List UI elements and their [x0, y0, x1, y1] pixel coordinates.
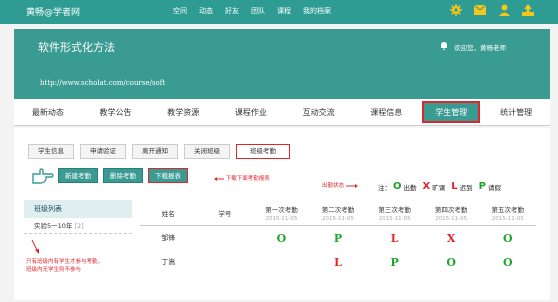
sidebar-annotation: 只有班级内有学生才参与考勤， 班级内无学生则不参与 [26, 259, 104, 273]
attendance-mark[interactable]: P [366, 256, 423, 269]
pointing-hand-icon [32, 168, 54, 186]
tab-student-management[interactable]: 学生管理 [422, 101, 481, 123]
course-header: 软件形式化方法 http://www.scholat.com/course/so… [14, 29, 550, 99]
attendance-mark[interactable]: X [423, 232, 480, 245]
legend-present-symbol: O [393, 181, 402, 192]
tab-announcements[interactable]: 教学公告 [82, 99, 150, 125]
attendance-mark[interactable]: O [423, 256, 480, 269]
tab-homework[interactable]: 课程作业 [217, 99, 285, 125]
student-name: 邹锋 [161, 234, 176, 242]
topnav-friends[interactable]: 好友 [225, 6, 239, 16]
tab-course-info[interactable]: 课程信息 [352, 99, 420, 125]
subtab-close-class[interactable]: 关闭班级 [184, 144, 230, 159]
header-session-2: 第二次考勤 2015-11-05 [321, 205, 355, 222]
header-session-3: 第三次考勤 2015-11-05 [378, 205, 411, 222]
header-session-1: 第一次考勤 2015-11-05 [265, 205, 298, 222]
action-buttons: 新建考勤 删除考勤 下载报表 [58, 168, 188, 183]
legend-late-label: 迟到 [459, 183, 473, 192]
top-icons [450, 4, 534, 16]
gear-icon[interactable] [450, 4, 462, 16]
subtab-student-info[interactable]: 学生信息 [28, 144, 74, 159]
content-panel: 学生信息 申请验证 离开通知 关闭班级 班级考勤 新建考勤 删除考勤 下载报表 … [14, 128, 550, 300]
main-nav: 最新动态 教学公告 教学资源 课程作业 互动交流 课程信息 学生管理 统计管理 [14, 99, 550, 126]
delete-attendance-button[interactable]: 删除考勤 [103, 168, 143, 183]
legend-absent-symbol: X [422, 181, 431, 192]
legend-prefix: 注： [378, 183, 391, 192]
brand-logo[interactable]: 黄畅@学者网 [26, 5, 80, 18]
download-report-button[interactable]: 下载报表 [148, 168, 188, 183]
new-attendance-button[interactable]: 新建考勤 [58, 168, 98, 183]
attendance-mark[interactable]: O [479, 232, 536, 245]
topnav-activity[interactable]: 动态 [199, 6, 213, 16]
sidebar-annotation-arrow [30, 239, 40, 256]
header-name: 姓名 [161, 209, 175, 218]
tab-statistics[interactable]: 统计管理 [482, 99, 550, 125]
student-name: 丁嵩 [161, 258, 176, 266]
header-session-4: 第四次考勤 2015-11-05 [434, 205, 468, 222]
mail-icon[interactable] [474, 4, 486, 16]
topnav-course[interactable]: 课程 [277, 6, 291, 16]
class-list-title: 班级列表 [24, 200, 132, 218]
class-list: 班级列表 实验5一10年 [2] 只有班级内有学生才参与考勤， 班级内无学生则不… [24, 200, 132, 296]
class-count: [2] [74, 222, 84, 230]
attendance-mark[interactable]: P [310, 232, 367, 245]
topnav-team[interactable]: 团队 [251, 6, 265, 16]
attendance-mark[interactable]: L [366, 232, 423, 245]
top-nav: 空间 动态 好友 团队 课程 我的档案 [173, 6, 331, 16]
attendance-table: 姓名 学号 第一次考勤 2015-11-05 第二次考勤 2015-11-05 第三… [140, 200, 536, 274]
welcome-area: 欢迎您，黄畅老师 [440, 41, 506, 52]
subtab-leave-notice[interactable]: 离开通知 [132, 144, 178, 159]
bell-icon[interactable] [440, 41, 448, 52]
status-annotation: 出勤状态 [322, 181, 358, 189]
class-list-item[interactable]: 实验5一10年 [2] [24, 218, 132, 234]
attendance-mark[interactable]: L [310, 256, 367, 269]
course-url[interactable]: http://www.scholat.com/course/soft [40, 79, 165, 87]
subtab-attendance[interactable]: 班级考勤 [236, 144, 290, 159]
table-row: 邹锋 O P L X O [140, 226, 536, 250]
top-bar: 黄畅@学者网 空间 动态 好友 团队 课程 我的档案 [0, 0, 558, 24]
course-title: 软件形式化方法 [38, 41, 115, 54]
legend-absent-label: 旷课 [432, 183, 446, 192]
class-name: 实验5一10年 [34, 222, 73, 230]
welcome-text: 欢迎您，黄畅老师 [454, 43, 506, 52]
table-header: 姓名 学号 第一次考勤 2015-11-05 第二次考勤 2015-11-05 第三… [140, 200, 536, 226]
subtab-verification[interactable]: 申请验证 [80, 144, 126, 159]
legend-present-label: 出勤 [403, 183, 417, 192]
topnav-space[interactable]: 空间 [173, 6, 187, 16]
user-icon[interactable] [498, 4, 510, 16]
sub-tabs: 学生信息 申请验证 离开通知 关闭班级 班级考勤 [28, 144, 290, 159]
upload-icon[interactable] [522, 4, 534, 16]
download-annotation: 下载下面考勤报表 [214, 174, 270, 182]
table-row: 丁嵩 L P O O [140, 250, 536, 274]
header-id: 学号 [218, 209, 232, 218]
topnav-profile[interactable]: 我的档案 [303, 6, 331, 16]
legend-leave-label: 请假 [487, 183, 501, 192]
legend-leave-symbol: P [478, 181, 486, 192]
legend-late-symbol: L [451, 181, 458, 192]
header-session-5: 第五次考勤 2015-11-05 [491, 205, 525, 222]
tab-latest[interactable]: 最新动态 [14, 99, 82, 125]
attendance-mark[interactable]: O [253, 232, 310, 245]
tab-interaction[interactable]: 互动交流 [285, 99, 353, 125]
attendance-mark[interactable]: O [479, 256, 536, 269]
status-legend: 注： O 出勤 X 旷课 L 迟到 P 请假 [378, 181, 501, 192]
tab-resources[interactable]: 教学资源 [149, 99, 217, 125]
